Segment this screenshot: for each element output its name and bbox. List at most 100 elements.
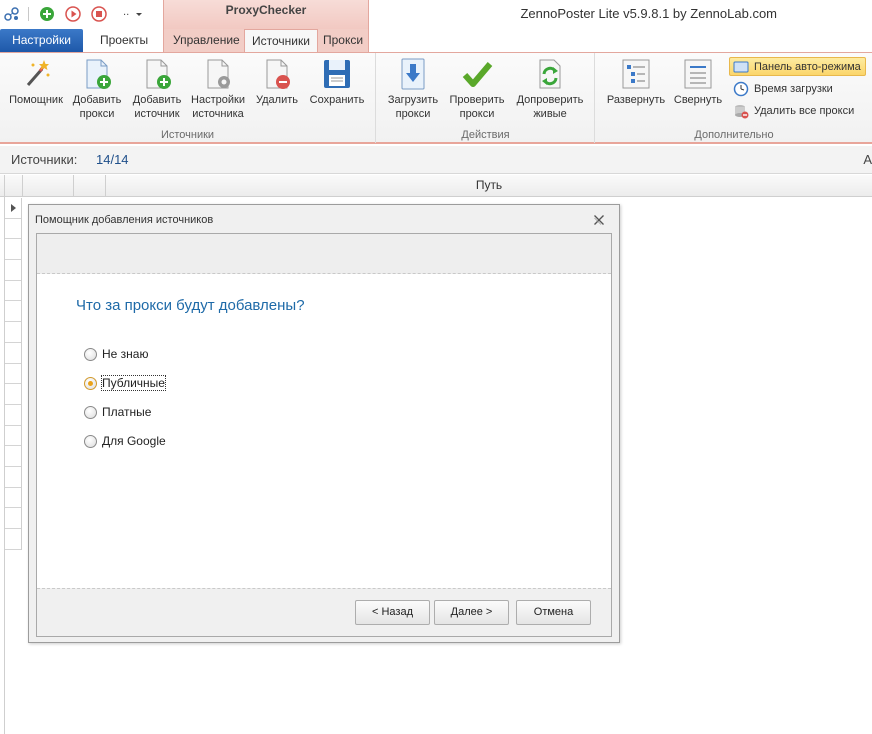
table-row[interactable] [5,488,21,509]
more-icon[interactable]: ·· [123,6,133,22]
table-row[interactable] [5,343,21,364]
play-icon[interactable] [65,6,81,22]
wizard-page: Что за прокси будут добавлены? Не знаю П… [36,233,612,637]
ribbon-group-actions: Загрузить прокси Проверить прокси Допров… [377,53,595,143]
back-button[interactable]: < Назад [355,600,430,625]
tab-projects[interactable]: Проекты [93,29,155,53]
option-google-label: Для Google [102,434,166,448]
save-button[interactable]: Сохранить [306,57,368,107]
clock-icon [733,81,749,97]
add-proxy-button[interactable]: Добавить прокси [68,57,126,121]
cancel-button[interactable]: Отмена [516,600,591,625]
table-row[interactable] [5,529,21,550]
option-google[interactable]: Для Google [84,433,166,449]
load-time-button[interactable]: Время загрузки [733,79,833,98]
source-settings-label: Настройки источника [191,94,245,120]
tab-management[interactable]: Управление [166,29,247,53]
wizard-footer: < Назад Далее > Отмена [37,588,611,636]
tab-proxies[interactable]: Прокси [316,29,370,53]
table-row[interactable] [5,467,21,488]
check-proxy-button[interactable]: Проверить прокси [447,57,507,121]
collapse-button[interactable]: Свернуть [670,57,726,107]
option-dont-know-label: Не знаю [102,347,149,361]
expand-icon [620,57,652,91]
save-icon [321,57,353,91]
sources-count-label: Источники: [11,152,78,167]
auto-mode-panel-label: Панель авто-режима [754,60,861,73]
group-label-actions: Действия [461,129,510,141]
add-source-button[interactable]: Добавить источник [128,57,186,121]
title-bar: ·· ProxyChecker ZennoPoster Lite v5.9.8.… [0,0,872,29]
radio-google[interactable] [84,434,97,448]
table-row[interactable] [5,301,21,323]
svg-text:··: ·· [123,10,129,21]
table-row[interactable] [5,446,21,467]
table-row[interactable] [5,405,21,426]
delete-label: Удалить [256,94,298,106]
context-tab-group-title: ProxyChecker [163,0,369,29]
option-paid[interactable]: Платные [84,404,151,420]
radio-public[interactable] [84,376,97,390]
add-icon[interactable] [39,6,55,22]
radio-dont-know[interactable] [84,347,97,361]
network-icon[interactable] [4,6,20,22]
source-settings-button[interactable]: Настройки источника [188,57,248,121]
wizard-label: Помощник [9,94,63,106]
toolbar-divider [28,7,29,21]
add-proxy-label: Добавить прокси [72,94,122,120]
panel-icon [733,59,749,75]
table-row[interactable] [5,281,21,302]
expand-button[interactable]: Развернуть [604,57,668,107]
table-row[interactable] [5,198,21,219]
delete-icon [261,57,293,91]
download-proxy-label: Загрузить прокси [387,94,439,120]
add-sources-wizard-dialog: Помощник добавления источников Что за пр… [28,204,620,643]
delete-all-proxies-button[interactable]: Удалить все прокси [733,101,854,120]
grid-header: Путь [0,175,872,197]
table-row[interactable] [5,364,21,385]
close-icon[interactable] [593,214,605,226]
grid-row-indicators [4,198,22,550]
stop-icon[interactable] [91,6,107,22]
dialog-title: Помощник добавления источников [35,214,214,226]
status-edge-text: А [863,152,872,167]
grid-header-path[interactable]: Путь [106,175,872,197]
option-paid-label: Платные [102,405,152,419]
expand-label: Развернуть [606,94,666,106]
option-dont-know[interactable]: Не знаю [84,346,148,362]
add-source-icon [141,57,173,91]
recheck-alive-button[interactable]: Допроверить живые [513,57,587,121]
next-button[interactable]: Далее > [434,600,509,625]
table-row[interactable] [5,426,21,447]
dropdown-icon[interactable] [135,6,143,22]
grid-header-col-2[interactable] [74,175,106,197]
table-row[interactable] [5,219,21,240]
delete-all-icon [733,103,749,119]
collapse-label: Свернуть [673,94,723,106]
table-row[interactable] [5,508,21,529]
option-public[interactable]: Публичные [84,375,166,391]
load-time-label: Время загрузки [754,82,833,95]
table-row[interactable] [5,260,21,281]
wizard-question: Что за прокси будут добавлены? [76,297,305,314]
add-source-label: Добавить источник [132,94,182,120]
delete-button[interactable]: Удалить [250,57,304,107]
wizard-icon [20,57,52,91]
ribbon: Помощник Добавить прокси Добавить источн… [0,52,872,144]
app-title: ZennoPoster Lite v5.9.8.1 by ZennoLab.co… [520,6,777,21]
table-row[interactable] [5,384,21,405]
auto-mode-panel-button[interactable]: Панель авто-режима [729,57,866,76]
tab-sources[interactable]: Источники [244,29,318,54]
table-row[interactable] [5,239,21,261]
group-label-extra: Дополнительно [694,129,774,141]
radio-paid[interactable] [84,405,97,419]
grid-header-col-1[interactable] [23,175,74,197]
recheck-alive-label: Допроверить живые [516,94,584,120]
table-row[interactable] [5,322,21,343]
download-icon [397,57,429,91]
download-proxy-button[interactable]: Загрузить прокси [383,57,443,121]
wizard-button[interactable]: Помощник [6,57,66,107]
check-proxy-label: Проверить прокси [449,94,505,120]
collapse-icon [682,57,714,91]
tab-settings[interactable]: Настройки [0,29,83,53]
